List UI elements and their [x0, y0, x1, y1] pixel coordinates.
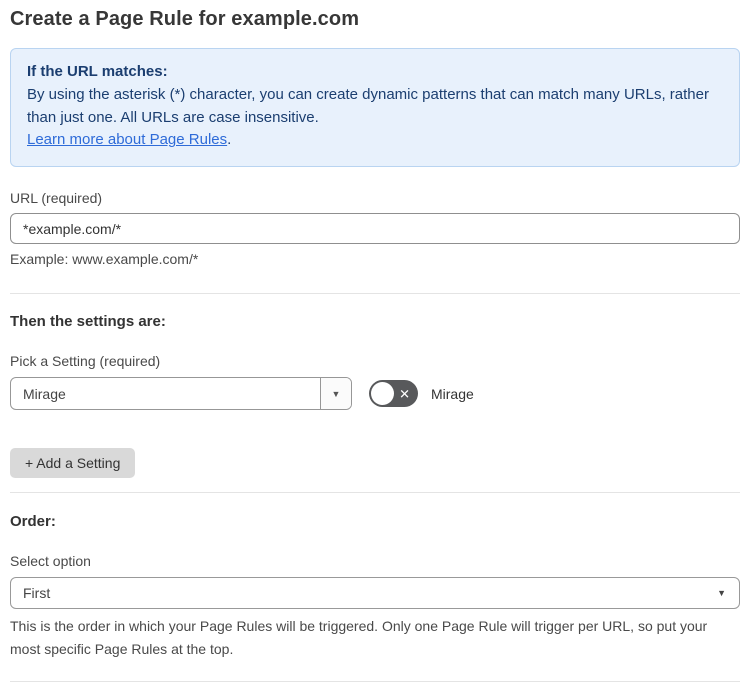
url-match-info-box: If the URL matches: By using the asteris… [10, 48, 740, 168]
info-box-heading: If the URL matches: [27, 63, 168, 80]
toggle-off-x-icon: ✕ [399, 386, 410, 402]
order-select[interactable]: First ▼ [10, 577, 740, 610]
settings-section-heading: Then the settings are: [10, 313, 166, 331]
learn-more-link[interactable]: Learn more about Page Rules [27, 131, 227, 148]
link-suffix: . [227, 131, 232, 149]
section-divider [10, 492, 740, 494]
order-helper-text: This is the order in which your Page Rul… [10, 618, 708, 657]
setting-select[interactable]: Mirage ▼ [10, 377, 352, 411]
section-divider [10, 293, 740, 295]
toggle-label: Mirage [431, 385, 474, 402]
chevron-down-icon: ▼ [331, 388, 341, 399]
mirage-toggle[interactable]: ✕ [369, 380, 418, 408]
footer-divider [10, 680, 740, 682]
setting-row: Mirage ▼ ✕ Mirage [10, 377, 740, 411]
order-select-label: Select option [10, 553, 91, 570]
chevron-down-icon: ▼ [717, 588, 726, 599]
order-section-heading: Order: [10, 513, 56, 531]
page-title: Create a Page Rule for example.com [10, 8, 360, 30]
setting-select-arrow-button[interactable]: ▼ [320, 378, 351, 410]
info-box-link-line: Learn more about Page Rules. [27, 129, 723, 152]
info-box-body: By using the asterisk (*) character, you… [27, 85, 709, 126]
url-input[interactable] [10, 213, 740, 245]
page-rule-form: Create a Page Rule for example.com If th… [0, 0, 750, 684]
pick-setting-label: Pick a Setting (required) [10, 353, 161, 370]
url-field-label: URL (required) [10, 190, 103, 207]
setting-select-value: Mirage [23, 385, 66, 402]
toggle-knob [371, 382, 394, 406]
url-helper-text: Example: www.example.com/* [10, 251, 199, 268]
order-select-value: First [23, 585, 51, 602]
add-setting-button[interactable]: + Add a Setting [10, 448, 136, 479]
